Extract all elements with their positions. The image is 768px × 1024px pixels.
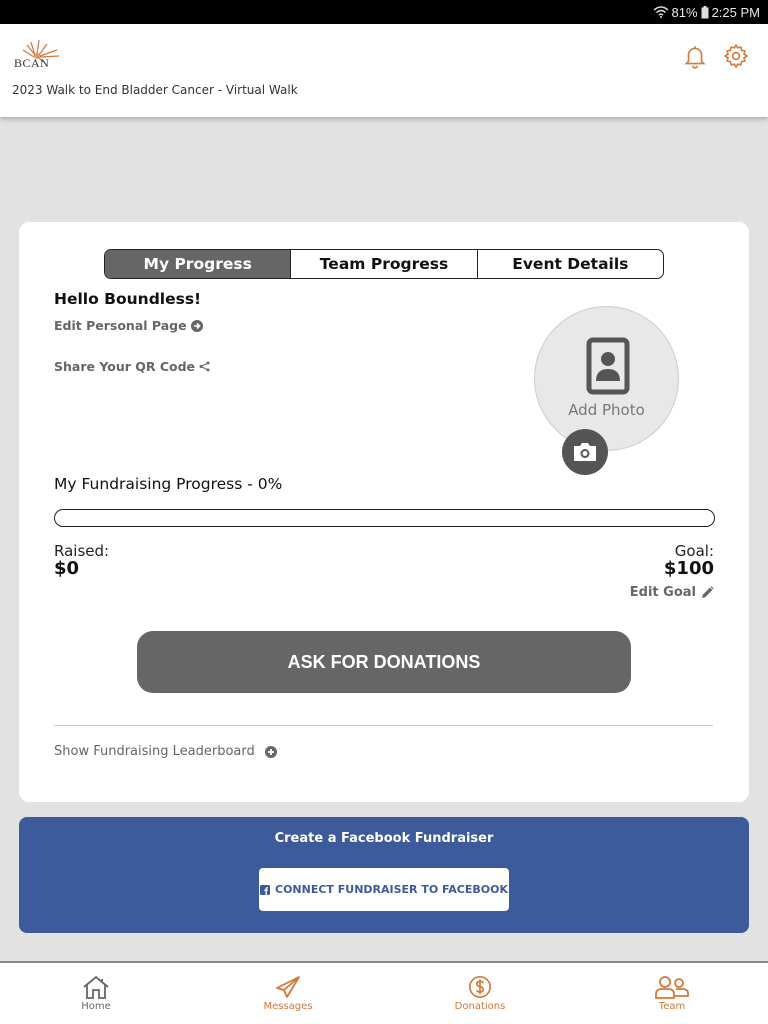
share-qr-code-link[interactable]: Share Your QR Code xyxy=(54,359,210,374)
nav-team[interactable]: Team xyxy=(576,963,768,1024)
connect-facebook-button[interactable]: CONNECT FUNDRAISER TO FACEBOOK xyxy=(259,868,509,911)
progress-card: My Progress Team Progress Event Details … xyxy=(19,222,749,802)
tab-team-progress[interactable]: Team Progress xyxy=(290,250,476,278)
add-photo-button[interactable]: Add Photo xyxy=(534,306,679,451)
portrait-icon xyxy=(586,337,630,395)
notifications-bell-icon[interactable] xyxy=(682,43,708,69)
add-photo-label: Add Photo xyxy=(568,401,645,419)
app-header: BCAN 2023 Walk to End Bladder Cancer - V… xyxy=(0,24,768,117)
greeting: Hello Boundless! xyxy=(54,290,202,308)
wifi-icon xyxy=(653,6,669,18)
nav-messages[interactable]: Messages xyxy=(192,963,384,1024)
nav-messages-label: Messages xyxy=(263,1001,313,1012)
nav-team-label: Team xyxy=(658,1001,686,1012)
bcan-logo: BCAN xyxy=(13,38,63,74)
nav-home[interactable]: Home xyxy=(0,963,192,1024)
battery-percent: 81% xyxy=(671,4,698,20)
share-icon xyxy=(199,361,210,372)
facebook-fundraiser-title: Create a Facebook Fundraiser xyxy=(274,831,494,846)
edit-goal-link[interactable]: Edit Goal xyxy=(630,585,714,600)
edit-personal-page-link[interactable]: Edit Personal Page xyxy=(54,318,203,333)
show-leaderboard-label: Show Fundraising Leaderboard xyxy=(54,744,255,759)
raised-value: $0 xyxy=(54,558,80,579)
team-icon xyxy=(655,976,689,999)
tab-my-progress[interactable]: My Progress xyxy=(105,250,291,278)
ask-for-donations-button[interactable]: ASK FOR DONATIONS xyxy=(137,631,631,693)
nav-donations-label: Donations xyxy=(454,1001,506,1012)
bottom-nav: Home Messages Donations Team xyxy=(0,961,768,1024)
fundraising-progress-bar xyxy=(54,509,715,527)
settings-gear-icon[interactable] xyxy=(723,43,749,69)
paper-plane-icon xyxy=(276,976,300,998)
fundraising-progress-title: My Fundraising Progress - 0% xyxy=(54,475,283,493)
arrow-circle-right-icon xyxy=(190,319,203,332)
pencil-icon xyxy=(702,586,714,598)
share-qr-code-label: Share Your QR Code xyxy=(54,359,196,374)
battery-icon xyxy=(701,5,709,18)
tab-bar: My Progress Team Progress Event Details xyxy=(104,249,664,279)
status-bar: 81% 2:25 PM xyxy=(0,0,768,24)
facebook-icon xyxy=(260,884,270,895)
logo-text: BCAN xyxy=(14,56,50,70)
connect-facebook-label: CONNECT FUNDRAISER TO FACEBOOK xyxy=(275,883,508,896)
nav-home-label: Home xyxy=(81,1001,111,1012)
home-icon xyxy=(83,975,109,999)
divider xyxy=(54,725,713,726)
event-title: 2023 Walk to End Bladder Cancer - Virtua… xyxy=(12,83,298,97)
edit-personal-page-label: Edit Personal Page xyxy=(54,318,187,333)
dollar-circle-icon xyxy=(469,976,491,998)
camera-icon xyxy=(574,443,596,461)
show-leaderboard-link[interactable]: Show Fundraising Leaderboard xyxy=(54,744,277,759)
tab-event-details[interactable]: Event Details xyxy=(476,250,663,278)
edit-goal-label: Edit Goal xyxy=(629,585,696,600)
camera-button[interactable] xyxy=(562,429,608,475)
plus-circle-icon xyxy=(264,745,277,758)
nav-donations[interactable]: Donations xyxy=(384,963,576,1024)
clock: 2:25 PM xyxy=(711,4,760,20)
goal-value: $100 xyxy=(663,558,714,579)
facebook-fundraiser-card: Create a Facebook Fundraiser CONNECT FUN… xyxy=(19,817,749,933)
